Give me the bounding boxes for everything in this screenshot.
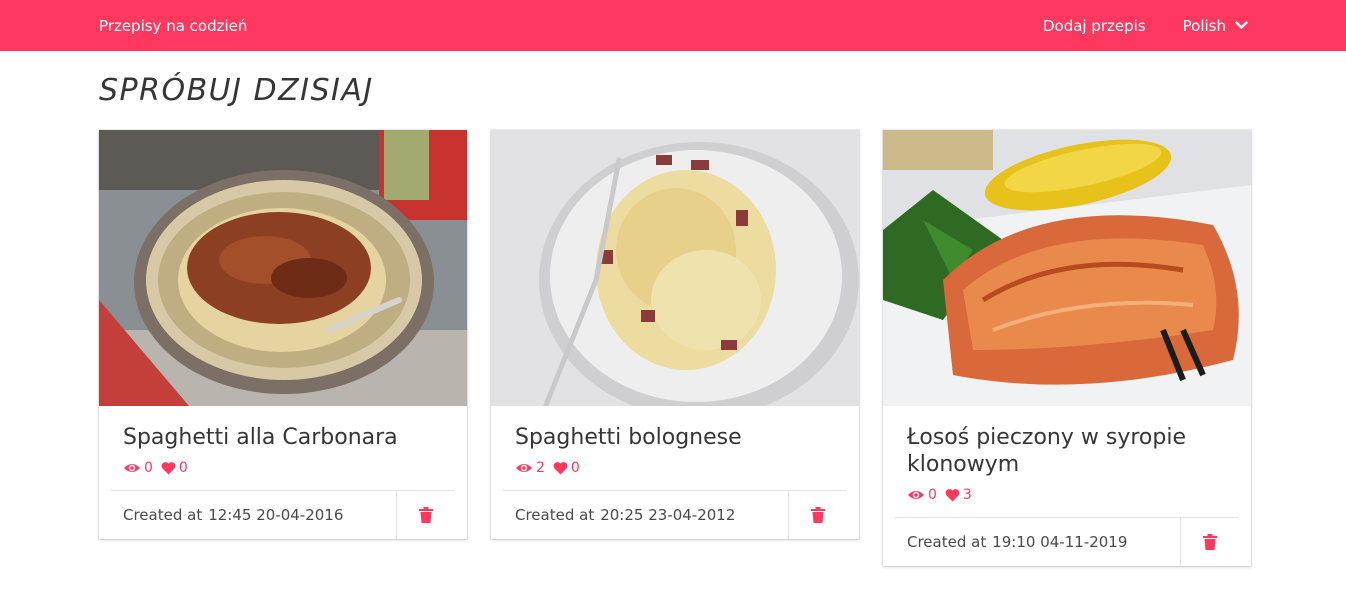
- delete-button[interactable]: [1180, 518, 1239, 566]
- eye-icon: [908, 491, 924, 499]
- created-value: 12:45 20-04-2016: [208, 506, 344, 524]
- recipe-photo[interactable]: [883, 130, 1251, 406]
- card-footer: Created at 20:25 23-04-2012: [503, 490, 847, 539]
- recipe-card[interactable]: Łosoś pieczony w syropie klonowym 0 3 Cr…: [883, 130, 1251, 566]
- created-label: Created at: [515, 506, 595, 524]
- brand-link[interactable]: Przepisy na codzień: [99, 17, 247, 35]
- heart-icon: [553, 461, 568, 474]
- likes-count: 3: [962, 487, 972, 503]
- recipe-stats: 0 3: [907, 487, 1227, 503]
- likes-stat[interactable]: 3: [945, 487, 972, 503]
- recipe-card[interactable]: Spaghetti bolognese 2 0 Created at 20:25…: [491, 130, 859, 539]
- views-stat: 0: [907, 487, 937, 503]
- recipe-title[interactable]: Spaghetti alla Carbonara: [123, 424, 443, 451]
- likes-stat[interactable]: 0: [553, 460, 580, 476]
- recipe-photo[interactable]: [99, 130, 467, 406]
- top-navbar: Przepisy na codzień Dodaj przepis Polish: [0, 0, 1346, 51]
- recipe-stats: 2 0: [515, 460, 835, 476]
- trash-icon: [419, 507, 433, 523]
- views-stat: 2: [515, 460, 545, 476]
- recipe-card[interactable]: Spaghetti alla Carbonara 0 0 Created at …: [99, 130, 467, 539]
- chevron-down-icon: [1235, 21, 1248, 30]
- created-label: Created at: [907, 533, 987, 551]
- likes-count: 0: [178, 460, 188, 476]
- created-value: 19:10 04-11-2019: [992, 533, 1128, 551]
- delete-button[interactable]: [396, 491, 455, 539]
- card-content: Spaghetti bolognese 2 0: [491, 406, 859, 490]
- delete-button[interactable]: [788, 491, 847, 539]
- heart-icon: [161, 461, 176, 474]
- language-label: Polish: [1182, 16, 1226, 35]
- eye-icon: [516, 464, 532, 472]
- views-count: 2: [536, 460, 545, 476]
- card-content: Łosoś pieczony w syropie klonowym 0 3: [883, 406, 1251, 517]
- heart-icon: [945, 488, 960, 501]
- created-value: 20:25 23-04-2012: [600, 506, 736, 524]
- views-count: 0: [928, 487, 937, 503]
- eye-icon: [124, 464, 140, 472]
- recipe-title[interactable]: Łosoś pieczony w syropie klonowym: [907, 424, 1227, 478]
- created-at: Created at 20:25 23-04-2012: [503, 491, 788, 539]
- recipe-stats: 0 0: [123, 460, 443, 476]
- card-footer: Created at 19:10 04-11-2019: [895, 517, 1239, 566]
- created-at: Created at 19:10 04-11-2019: [895, 518, 1180, 566]
- add-recipe-link[interactable]: Dodaj przepis: [1043, 17, 1146, 35]
- recipe-cards: Spaghetti alla Carbonara 0 0 Created at …: [99, 130, 1251, 566]
- recipe-photo[interactable]: [491, 130, 859, 406]
- created-at: Created at 12:45 20-04-2016: [111, 491, 396, 539]
- views-stat: 0: [123, 460, 153, 476]
- recipe-title[interactable]: Spaghetti bolognese: [515, 424, 835, 451]
- views-count: 0: [144, 460, 153, 476]
- trash-icon: [811, 507, 825, 523]
- created-label: Created at: [123, 506, 203, 524]
- card-content: Spaghetti alla Carbonara 0 0: [99, 406, 467, 490]
- likes-count: 0: [570, 460, 580, 476]
- card-footer: Created at 12:45 20-04-2016: [111, 490, 455, 539]
- trash-icon: [1203, 534, 1217, 550]
- language-dropdown[interactable]: Polish: [1183, 17, 1248, 35]
- section-title: SPRÓBUJ DZISIAJ: [99, 73, 374, 108]
- likes-stat[interactable]: 0: [161, 460, 188, 476]
